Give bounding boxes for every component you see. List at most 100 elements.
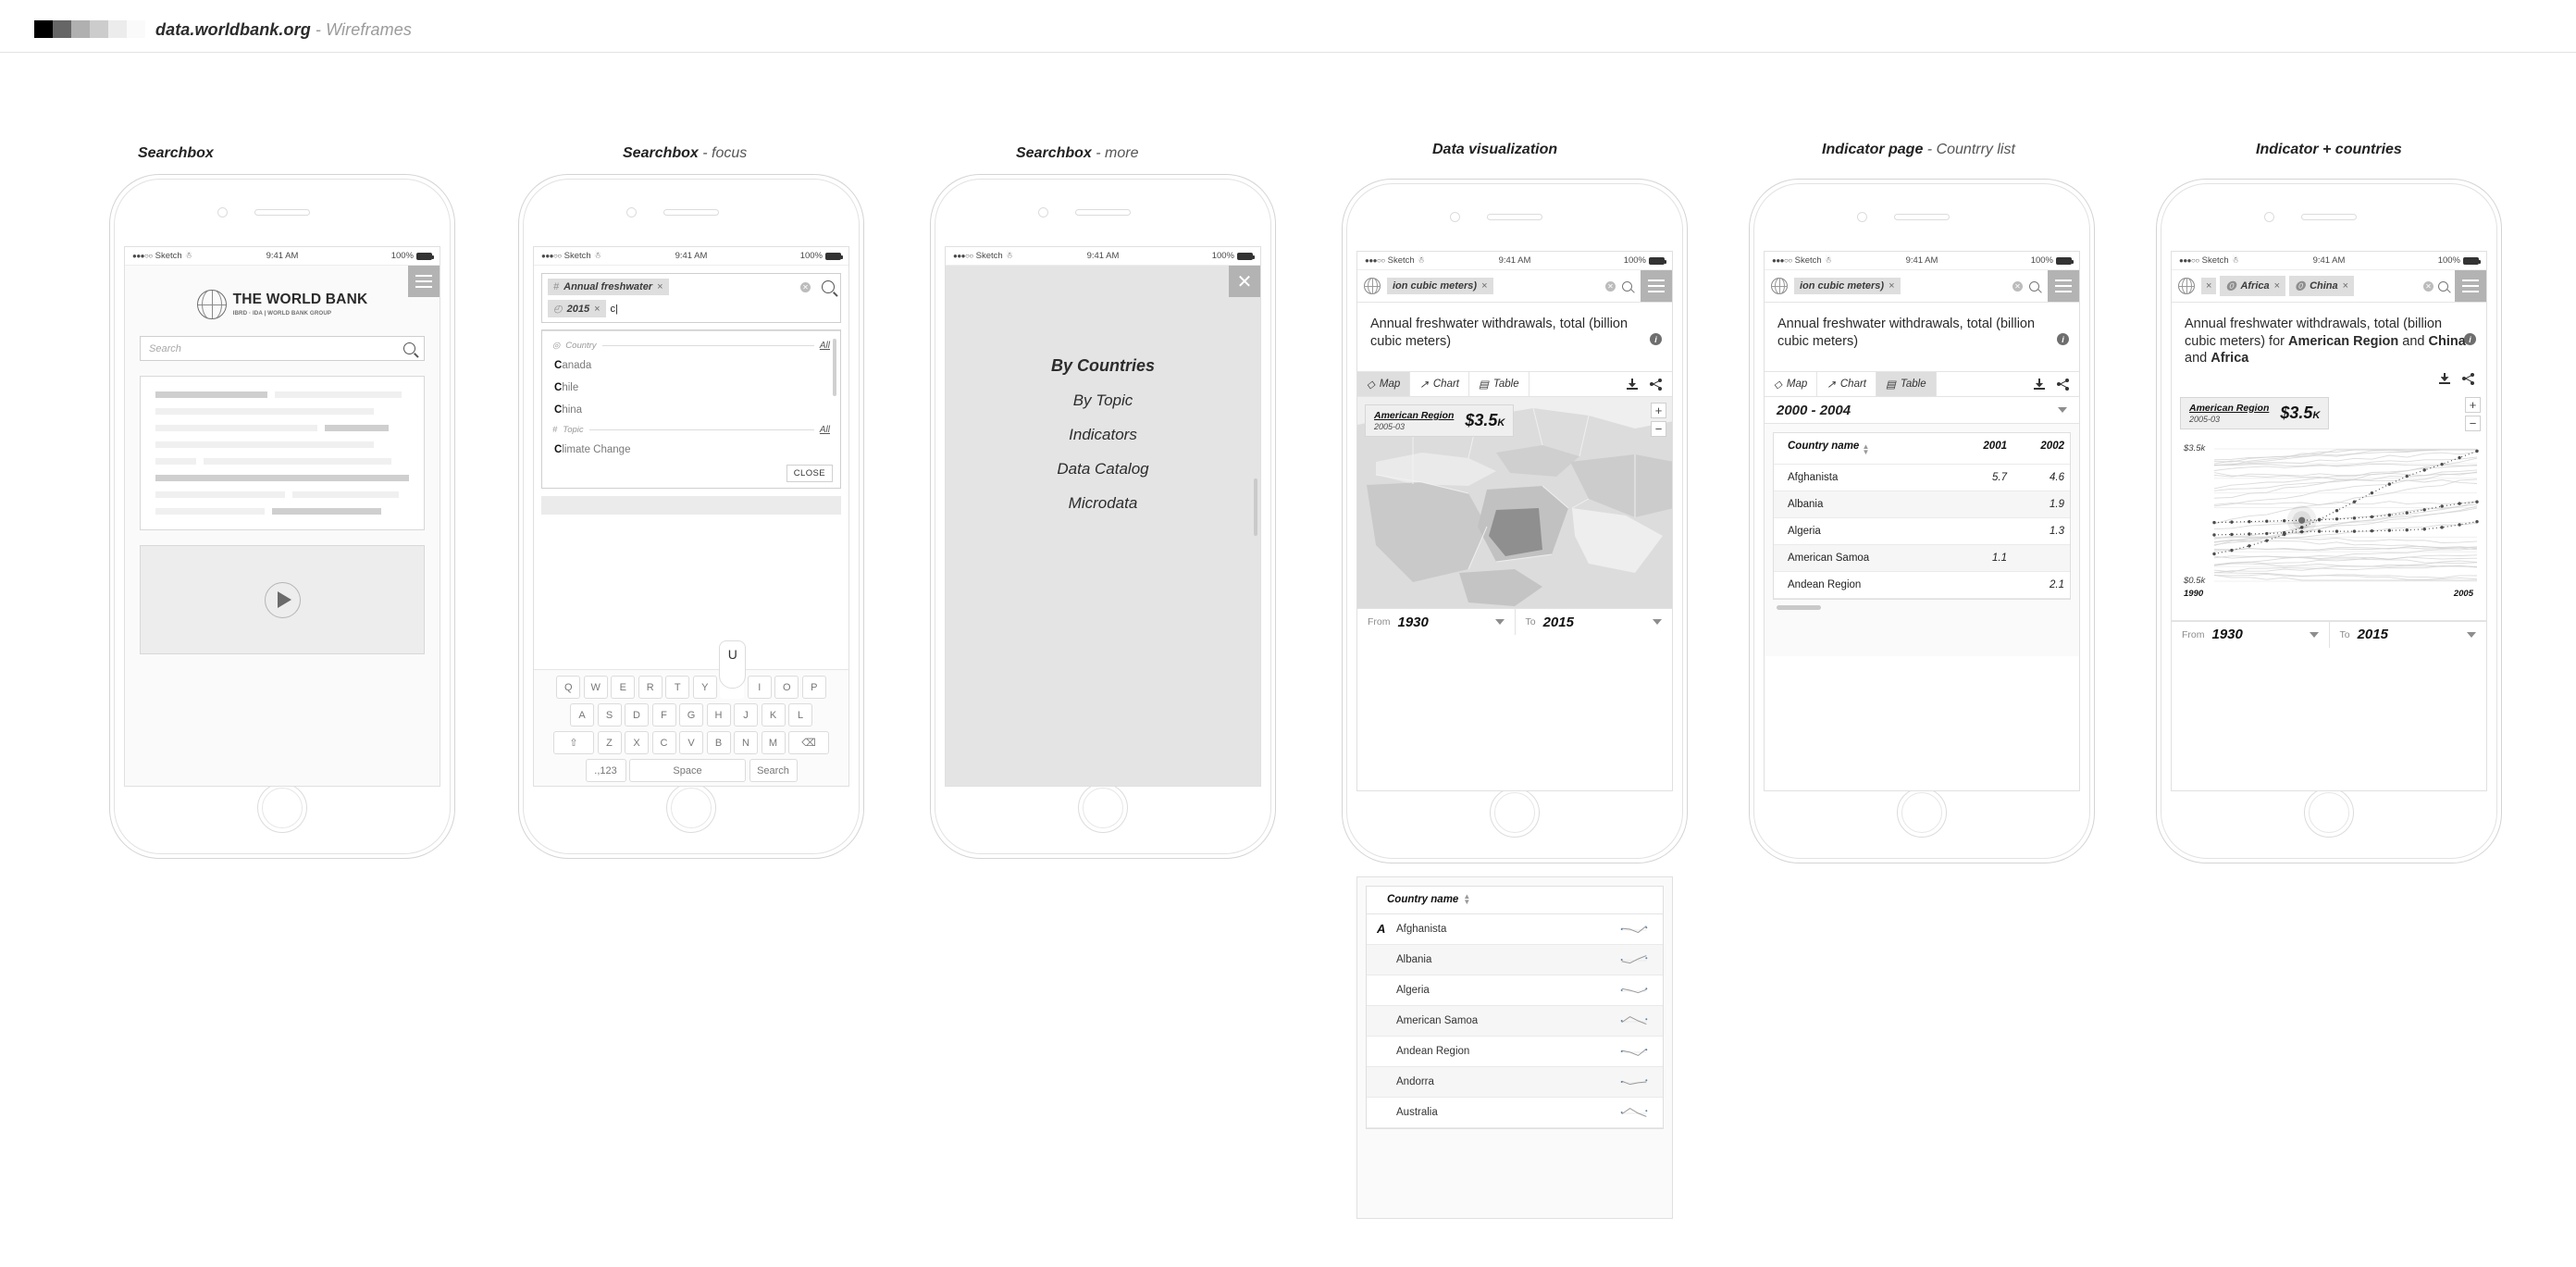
home-button[interactable]: [1490, 788, 1540, 838]
zoom-out-button[interactable]: −: [2465, 415, 2481, 431]
download-icon[interactable]: [2034, 379, 2045, 390]
tab-chart[interactable]: ↗ Chart: [1817, 372, 1876, 396]
key-q[interactable]: Q: [556, 676, 581, 699]
hover-point[interactable]: [2298, 516, 2306, 524]
close-icon[interactable]: ×: [1481, 280, 1487, 292]
key-d[interactable]: D: [625, 703, 649, 727]
key-t[interactable]: T: [665, 676, 690, 699]
list-item[interactable]: Andorra: [1367, 1066, 1663, 1098]
clear-circle-icon[interactable]: ✕: [800, 281, 811, 292]
info-icon[interactable]: i: [2464, 333, 2476, 345]
key-.,123[interactable]: .,123: [585, 759, 626, 782]
key-g[interactable]: G: [679, 703, 703, 727]
close-button[interactable]: CLOSE: [786, 465, 833, 482]
clear-circle-icon[interactable]: ✕: [1605, 280, 1616, 292]
list-item[interactable]: Albania: [1367, 944, 1663, 975]
video-card[interactable]: [140, 545, 425, 654]
key-w[interactable]: W: [583, 676, 608, 699]
suggestion-item[interactable]: Chile: [542, 377, 840, 399]
search-icon[interactable]: [822, 280, 835, 293]
period-selector[interactable]: 2000 - 2004: [1765, 397, 2079, 424]
clear-circle-icon[interactable]: ✕: [2012, 280, 2023, 292]
key-⌫[interactable]: ⌫: [788, 731, 829, 754]
suggestions-scrollbar[interactable]: [833, 339, 836, 396]
key-l[interactable]: L: [788, 703, 812, 727]
key-p[interactable]: P: [801, 676, 826, 699]
search-bar[interactable]: ion cubic meters) × ✕: [1765, 270, 2079, 303]
key-r[interactable]: R: [638, 676, 663, 699]
share-icon[interactable]: [2462, 372, 2474, 385]
play-icon[interactable]: [264, 581, 301, 618]
close-icon[interactable]: ×: [657, 281, 663, 292]
key-h[interactable]: H: [706, 703, 731, 727]
range-to[interactable]: To 2015: [1516, 609, 1673, 635]
key-c[interactable]: C: [651, 731, 676, 754]
table-row[interactable]: American Samoa 1.1: [1774, 544, 2070, 572]
suggestion-item[interactable]: Climate Change: [542, 439, 840, 461]
menu-item-data-catalog[interactable]: Data Catalog: [1057, 460, 1148, 478]
group-all-link[interactable]: All: [820, 341, 830, 351]
key-i[interactable]: I: [747, 676, 772, 699]
close-icon[interactable]: ×: [2206, 280, 2211, 292]
key-k[interactable]: K: [761, 703, 786, 727]
key-search[interactable]: Search: [749, 759, 798, 782]
tab-table[interactable]: ▤ Table: [1876, 372, 1937, 396]
info-icon[interactable]: i: [2057, 333, 2069, 345]
world-map[interactable]: American Region 2005-03 $3.5K + −: [1357, 397, 1672, 608]
virtual-keyboard[interactable]: QWERTYUIOP ASDFGHJKL ⇧ Z X C V B N M ⌫ .,123 Spac…: [534, 640, 848, 786]
zoom-in-button[interactable]: +: [2465, 396, 2481, 413]
menu-item-by-countries[interactable]: By Countries: [1051, 356, 1155, 376]
clear-circle-icon[interactable]: ✕: [2423, 280, 2434, 292]
key-z[interactable]: Z: [597, 731, 622, 754]
home-button[interactable]: [1897, 788, 1947, 838]
chip-china[interactable]: ⓿ China ×: [2289, 276, 2355, 296]
key-a[interactable]: A: [570, 703, 594, 727]
close-icon[interactable]: ×: [2274, 280, 2280, 292]
key-f[interactable]: F: [651, 703, 676, 727]
key-y[interactable]: Y: [692, 676, 717, 699]
list-item[interactable]: Algeria: [1367, 975, 1663, 1006]
chevron-down-icon[interactable]: [1494, 619, 1505, 625]
share-icon[interactable]: [2057, 378, 2069, 391]
group-all-link[interactable]: All: [820, 425, 830, 435]
key-e[interactable]: E: [611, 676, 636, 699]
range-from[interactable]: From 1930: [2172, 621, 2330, 648]
chip-indicator[interactable]: ion cubic meters) ×: [1387, 278, 1493, 294]
sort-icon[interactable]: ▲ ▼: [1863, 442, 1870, 456]
key-⇧[interactable]: ⇧: [553, 731, 594, 754]
close-icon[interactable]: ×: [1889, 280, 1894, 292]
table-row[interactable]: Albania 1.9: [1774, 491, 2070, 518]
column-2002[interactable]: 2002: [2012, 433, 2070, 464]
chevron-down-icon[interactable]: [1653, 619, 1662, 625]
key-v[interactable]: V: [679, 731, 703, 754]
key-m[interactable]: M: [761, 731, 786, 754]
hamburger-icon[interactable]: [2048, 270, 2079, 302]
close-icon[interactable]: ×: [594, 304, 600, 315]
column-country-name[interactable]: Country name ▲ ▼: [1774, 433, 1955, 464]
home-button[interactable]: [1078, 783, 1128, 833]
key-j[interactable]: J: [734, 703, 758, 727]
zoom-out-button[interactable]: −: [1651, 421, 1666, 437]
home-button[interactable]: [257, 783, 307, 833]
table-row[interactable]: Andean Region 2.1: [1774, 572, 2070, 599]
search-bar[interactable]: ion cubic meters) × ✕: [1357, 270, 1672, 303]
range-to[interactable]: To 2015: [2330, 622, 2487, 648]
share-icon[interactable]: [1650, 378, 1662, 391]
chip-year[interactable]: ◴ 2015 ×: [548, 300, 606, 317]
tab-map[interactable]: ◇ Map: [1765, 372, 1818, 396]
search-icon[interactable]: [2029, 280, 2039, 292]
key-b[interactable]: B: [706, 731, 731, 754]
tab-table[interactable]: ▤ Table: [1469, 372, 1530, 396]
chevron-down-icon[interactable]: [2058, 407, 2067, 413]
zoom-in-button[interactable]: +: [1651, 403, 1666, 418]
download-icon[interactable]: [1627, 379, 1638, 390]
sort-icon[interactable]: ▲ ▼: [1463, 892, 1470, 906]
table-row[interactable]: Afghanista 5.7 4.6: [1774, 465, 2070, 491]
suggestion-item[interactable]: China: [542, 399, 840, 421]
list-header[interactable]: Country name ▲ ▼: [1367, 887, 1663, 914]
chevron-down-icon[interactable]: [2467, 631, 2476, 638]
chip-indicator-collapsed[interactable]: ×: [2201, 278, 2217, 294]
key-n[interactable]: N: [734, 731, 758, 754]
tab-chart[interactable]: ↗ Chart: [1410, 372, 1469, 396]
search-box[interactable]: # Annual freshwater × ✕ ◴ 2015 × c|: [541, 273, 841, 323]
